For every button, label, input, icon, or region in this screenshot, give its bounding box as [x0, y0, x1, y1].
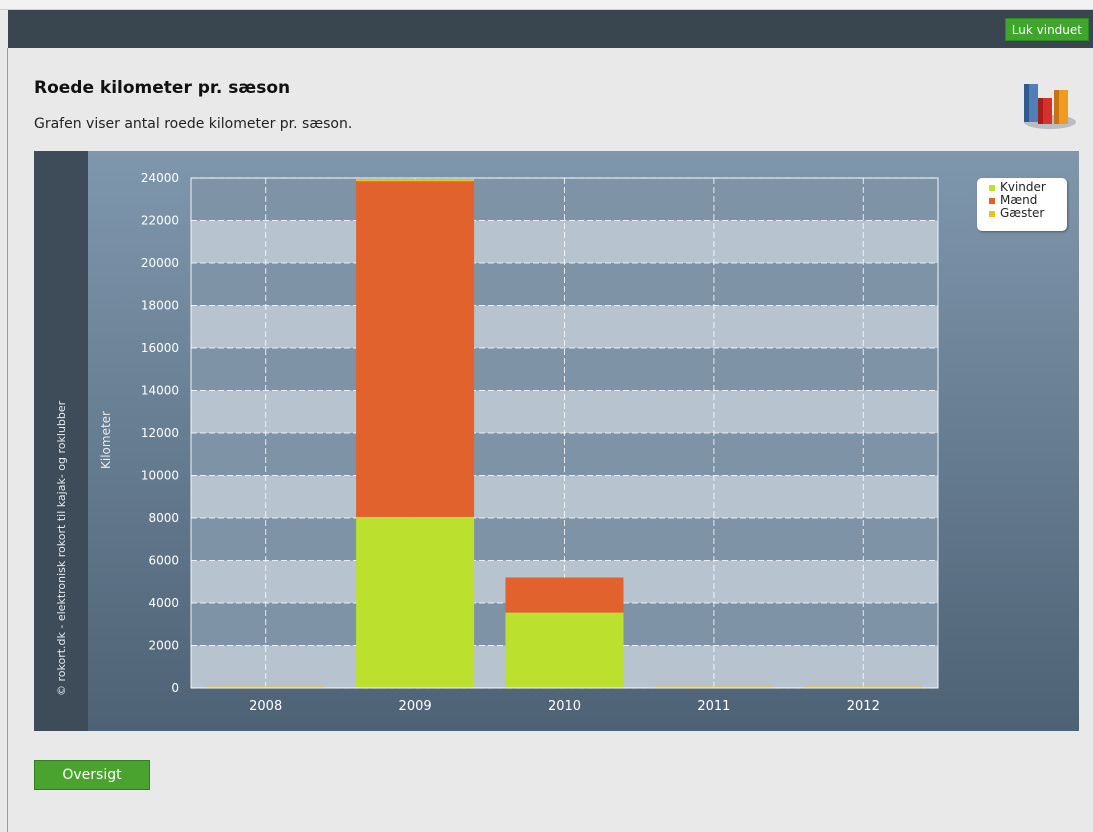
- y-tick-label: 14000: [141, 384, 179, 398]
- legend-label: Kvinder: [1000, 180, 1046, 194]
- y-tick-label: 16000: [141, 341, 179, 355]
- legend-swatch: [989, 211, 995, 217]
- window-titlebar: Luk vinduet: [8, 10, 1093, 48]
- top-strip: [0, 0, 1093, 10]
- y-tick-label: 0: [171, 681, 179, 695]
- legend-label: Mænd: [1000, 193, 1038, 207]
- page-title: Roede kilometer pr. sæson: [34, 78, 291, 98]
- x-tick-label: 2008: [249, 699, 282, 714]
- bar-segment: [356, 516, 475, 688]
- x-tick-label: 2009: [399, 699, 432, 714]
- y-tick-label: 18000: [141, 299, 179, 313]
- bar-segment: [505, 612, 624, 688]
- bar-segment: [356, 179, 475, 182]
- y-tick-label: 2000: [148, 639, 179, 653]
- bar-segment: [505, 577, 624, 613]
- bar-segment: [356, 181, 475, 517]
- x-tick-label: 2012: [847, 699, 880, 714]
- y-tick-label: 6000: [148, 554, 179, 568]
- y-tick-label: 20000: [141, 256, 179, 270]
- watermark-text: © rokort.dk - elektronisk rokort til kaj…: [55, 400, 68, 696]
- bar-chart-icon: [1024, 84, 1076, 129]
- page-subtitle: Grafen viser antal roede kilometer pr. s…: [34, 116, 353, 132]
- y-axis-label: Kilometer: [99, 411, 113, 469]
- chart-svg: © rokort.dk - elektronisk rokort til kaj…: [34, 151, 939, 731]
- legend-label: Gæster: [1000, 206, 1045, 220]
- chart-area: © rokort.dk - elektronisk rokort til kaj…: [34, 151, 1079, 731]
- y-tick-label: 24000: [141, 171, 179, 185]
- y-tick-label: 12000: [141, 426, 179, 440]
- legend-swatch: [989, 185, 995, 191]
- x-tick-label: 2010: [548, 699, 581, 714]
- x-tick-label: 2011: [697, 699, 730, 714]
- y-tick-label: 10000: [141, 469, 179, 483]
- y-tick-label: 22000: [141, 214, 179, 228]
- legend-item: Gæster: [989, 207, 1067, 220]
- close-window-button[interactable]: Luk vinduet: [1004, 18, 1089, 41]
- overview-button[interactable]: Oversigt: [34, 760, 150, 790]
- y-tick-label: 4000: [148, 596, 179, 610]
- dialog: Roede kilometer pr. sæson Grafen viser a…: [8, 48, 1093, 832]
- y-tick-label: 8000: [148, 511, 179, 525]
- legend-swatch: [989, 198, 995, 204]
- legend: Kvinder Mænd Gæster: [977, 178, 1067, 231]
